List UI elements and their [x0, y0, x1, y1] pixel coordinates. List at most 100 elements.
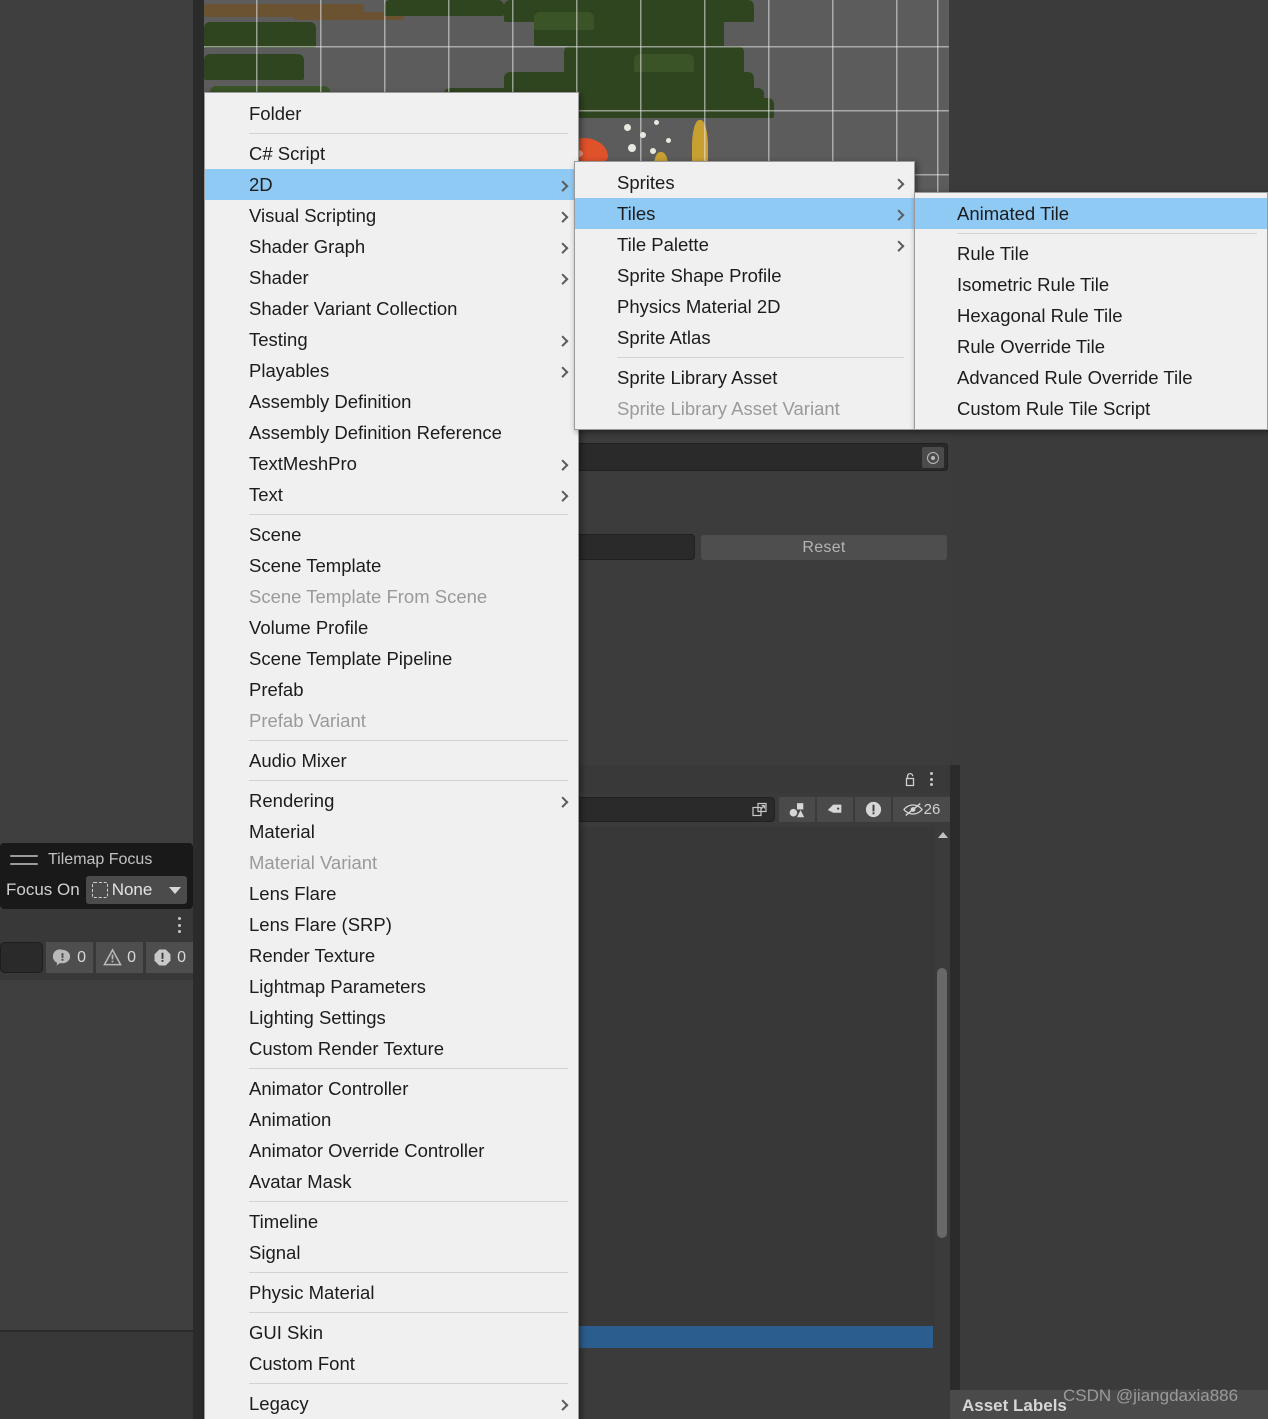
menu-item-assembly-definition[interactable]: Assembly Definition [205, 386, 578, 417]
hidden-items-toggle[interactable]: 26 [893, 797, 950, 822]
menu-item-animator-override-controller[interactable]: Animator Override Controller [205, 1135, 578, 1166]
filter-by-label-icon[interactable] [817, 797, 853, 822]
filter-warnings-icon[interactable] [855, 797, 891, 822]
menu-item-label: Animator Override Controller [249, 1139, 485, 1161]
console-options-kebab-icon[interactable] [172, 915, 186, 935]
menu-item-animation[interactable]: Animation [205, 1104, 578, 1135]
menu-item-material[interactable]: Material [205, 816, 578, 847]
chevron-right-icon [557, 273, 569, 285]
menu-item-label: Lens Flare [249, 882, 337, 904]
menu-item-testing[interactable]: Testing [205, 324, 578, 355]
scrollbar-thumb[interactable] [937, 968, 947, 1238]
menu-item-shader[interactable]: Shader [205, 262, 578, 293]
project-asset-list[interactable] [575, 827, 935, 1327]
menu-item-rule-override-tile[interactable]: Rule Override Tile [915, 331, 1267, 362]
menu-item-label: Render Texture [249, 944, 376, 966]
menu-item-animator-controller[interactable]: Animator Controller [205, 1073, 578, 1104]
menu-item-physic-material[interactable]: Physic Material [205, 1277, 578, 1308]
menu-item-audio-mixer[interactable]: Audio Mixer [205, 745, 578, 776]
menu-item-custom-font[interactable]: Custom Font [205, 1348, 578, 1379]
tilemap-focus-overlay[interactable]: Tilemap Focus Focus On None [0, 843, 193, 909]
menu-item-volume-profile[interactable]: Volume Profile [205, 612, 578, 643]
menu-item-lens-flare[interactable]: Lens Flare [205, 878, 578, 909]
menu-item-label: Scene [249, 523, 302, 545]
menu-item-physics-material-2d[interactable]: Physics Material 2D [575, 291, 914, 322]
menu-item-assembly-definition-reference[interactable]: Assembly Definition Reference [205, 417, 578, 448]
menu-item-2d[interactable]: 2D [205, 169, 578, 200]
menu-item-label: Shader Graph [249, 235, 366, 257]
menu-item-avatar-mask[interactable]: Avatar Mask [205, 1166, 578, 1197]
menu-item-scene-template[interactable]: Scene Template [205, 550, 578, 581]
vertical-splitter[interactable] [193, 0, 204, 1419]
menu-item-sprite-atlas[interactable]: Sprite Atlas [575, 322, 914, 353]
menu-item-hexagonal-rule-tile[interactable]: Hexagonal Rule Tile [915, 300, 1267, 331]
menu-item-tile-palette[interactable]: Tile Palette [575, 229, 914, 260]
object-picker-icon[interactable] [922, 447, 944, 468]
chevron-right-icon [557, 180, 569, 192]
tilemap-focus-title: Tilemap Focus [48, 851, 153, 868]
console-search-input[interactable] [0, 942, 44, 973]
menu-item-lens-flare-srp[interactable]: Lens Flare (SRP) [205, 909, 578, 940]
menu-item-visual-scripting[interactable]: Visual Scripting [205, 200, 578, 231]
project-options-kebab-icon[interactable] [923, 770, 939, 788]
menu-item-gui-skin[interactable]: GUI Skin [205, 1317, 578, 1348]
expand-search-icon[interactable] [749, 801, 771, 819]
project-vertical-scrollbar[interactable] [935, 828, 949, 1418]
menu-item-timeline[interactable]: Timeline [205, 1206, 578, 1237]
menu-item-playables[interactable]: Playables [205, 355, 578, 386]
menu-item-textmeshpro[interactable]: TextMeshPro [205, 448, 578, 479]
search-input[interactable] [575, 797, 775, 822]
menu-item-folder[interactable]: Folder [205, 98, 578, 129]
tilemap-focus-header[interactable]: Tilemap Focus [0, 847, 193, 873]
menu-item-label: Sprites [617, 171, 675, 193]
menu-item-scene-template-pipeline[interactable]: Scene Template Pipeline [205, 643, 578, 674]
selected-asset-row[interactable] [578, 1326, 933, 1348]
menu-item-lighting-settings[interactable]: Lighting Settings [205, 1002, 578, 1033]
error-count: 0 [177, 948, 186, 966]
inspector-panel [575, 430, 950, 765]
lock-icon[interactable] [902, 771, 918, 787]
menu-item-signal[interactable]: Signal [205, 1237, 578, 1268]
name-input[interactable] [575, 534, 695, 560]
scroll-up-arrow-icon[interactable] [938, 832, 948, 838]
menu-item-text[interactable]: Text [205, 479, 578, 510]
menu-item-advanced-rule-override-tile[interactable]: Advanced Rule Override Tile [915, 362, 1267, 393]
menu-separator [249, 133, 568, 134]
error-count-button[interactable]: 0 [146, 942, 193, 973]
object-field[interactable] [575, 443, 948, 471]
menu-item-shader-variant-collection[interactable]: Shader Variant Collection [205, 293, 578, 324]
menu-item-legacy[interactable]: Legacy [205, 1388, 578, 1419]
warning-count-button[interactable]: 0 [96, 942, 144, 973]
menu-item-custom-rule-tile-script[interactable]: Custom Rule Tile Script [915, 393, 1267, 424]
menu-item-prefab-variant: Prefab Variant [205, 705, 578, 736]
drag-handle-icon[interactable] [10, 855, 38, 865]
menu-item-scene[interactable]: Scene [205, 519, 578, 550]
menu-item-isometric-rule-tile[interactable]: Isometric Rule Tile [915, 269, 1267, 300]
log-count-button[interactable]: 0 [46, 942, 94, 973]
menu-item-shader-graph[interactable]: Shader Graph [205, 231, 578, 262]
menu-item-label: Shader Variant Collection [249, 297, 458, 319]
menu-item-animated-tile[interactable]: Animated Tile [915, 198, 1267, 229]
menu-item-c-script[interactable]: C# Script [205, 138, 578, 169]
menu-item-label: Lighting Settings [249, 1006, 386, 1028]
menu-item-sprite-shape-profile[interactable]: Sprite Shape Profile [575, 260, 914, 291]
focus-on-dropdown[interactable]: None [85, 876, 187, 904]
reset-button[interactable]: Reset [701, 535, 947, 560]
menu-item-render-texture[interactable]: Render Texture [205, 940, 578, 971]
menu-item-rendering[interactable]: Rendering [205, 785, 578, 816]
menu-item-tiles[interactable]: Tiles [575, 198, 914, 229]
menu-item-prefab[interactable]: Prefab [205, 674, 578, 705]
chevron-right-icon [557, 211, 569, 223]
menu-item-sprite-library-asset[interactable]: Sprite Library Asset [575, 362, 914, 393]
filter-by-type-icon[interactable] [779, 797, 815, 822]
chevron-right-icon [557, 796, 569, 808]
menu-item-label: GUI Skin [249, 1321, 324, 1343]
menu-item-label: Audio Mixer [249, 749, 347, 771]
create-context-menu[interactable]: Folder C# Script 2D Visual Scripting Shader … [204, 92, 579, 1419]
menu-item-rule-tile[interactable]: Rule Tile [915, 238, 1267, 269]
menu-item-sprites[interactable]: Sprites [575, 167, 914, 198]
two-d-submenu[interactable]: Sprites Tiles Tile Palette Sprite Shape Pro… [574, 161, 915, 430]
tiles-submenu[interactable]: Animated Tile Rule Tile Isometric Rule Til… [914, 192, 1268, 430]
menu-item-lightmap-parameters[interactable]: Lightmap Parameters [205, 971, 578, 1002]
menu-item-custom-render-texture[interactable]: Custom Render Texture [205, 1033, 578, 1064]
